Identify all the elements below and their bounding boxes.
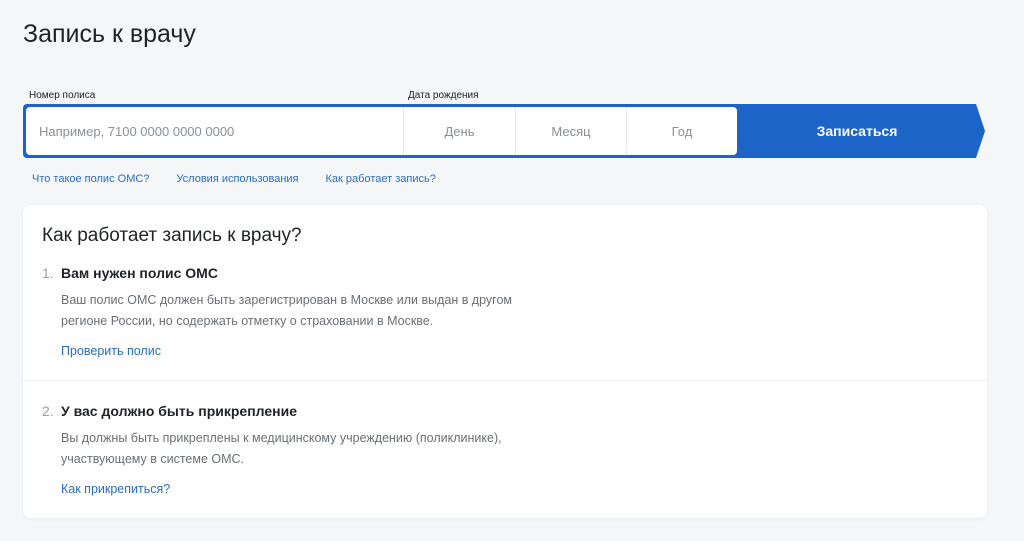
submit-button[interactable]: Записаться [737,104,977,158]
birth-date-label: Дата рождения [408,90,479,101]
link-terms[interactable]: Условия использования [176,173,298,185]
check-policy-link[interactable]: Проверить полис [61,344,161,358]
step-heading: У вас должно быть прикрепление [61,403,298,419]
link-what-is-oms[interactable]: Что такое полис ОМС? [32,173,149,185]
link-how-it-works[interactable]: Как работает запись? [326,173,436,185]
birth-month-input[interactable]: Месяц [516,107,627,155]
step-number: 2. [42,403,54,419]
step-text-line: регионе России, но содержать отметку о с… [61,314,434,328]
step-description: Вы должны быть прикреплены к медицинском… [61,428,561,470]
how-it-works-card: Как работает запись к врачу? 1. Вам нуже… [23,205,987,518]
step-description: Ваш полис ОМС должен быть зарегистрирова… [61,290,561,332]
step-heading: Вам нужен полис ОМС [61,265,218,281]
step-number: 1. [42,265,54,281]
how-to-attach-link[interactable]: Как прикрепиться? [61,482,170,496]
card-title: Как работает запись к врачу? [42,225,302,246]
policy-number-input[interactable]: Например, 7100 0000 0000 0000 [26,107,404,155]
divider [23,380,987,381]
help-links: Что такое полис ОМС? Условия использован… [32,173,436,185]
step-text-line: Вы должны быть прикреплены к медицинском… [61,431,502,445]
policy-label: Номер полиса [29,90,96,101]
step-text-line: участвующему в системе ОМС. [61,452,245,466]
birth-day-input[interactable]: День [404,107,516,155]
appointment-form: Например, 7100 0000 0000 0000 День Месяц… [23,104,985,158]
page-title: Запись к врачу [23,20,196,48]
birth-year-input[interactable]: Год [627,107,737,155]
step-text-line: Ваш полис ОМС должен быть зарегистрирова… [61,293,512,307]
